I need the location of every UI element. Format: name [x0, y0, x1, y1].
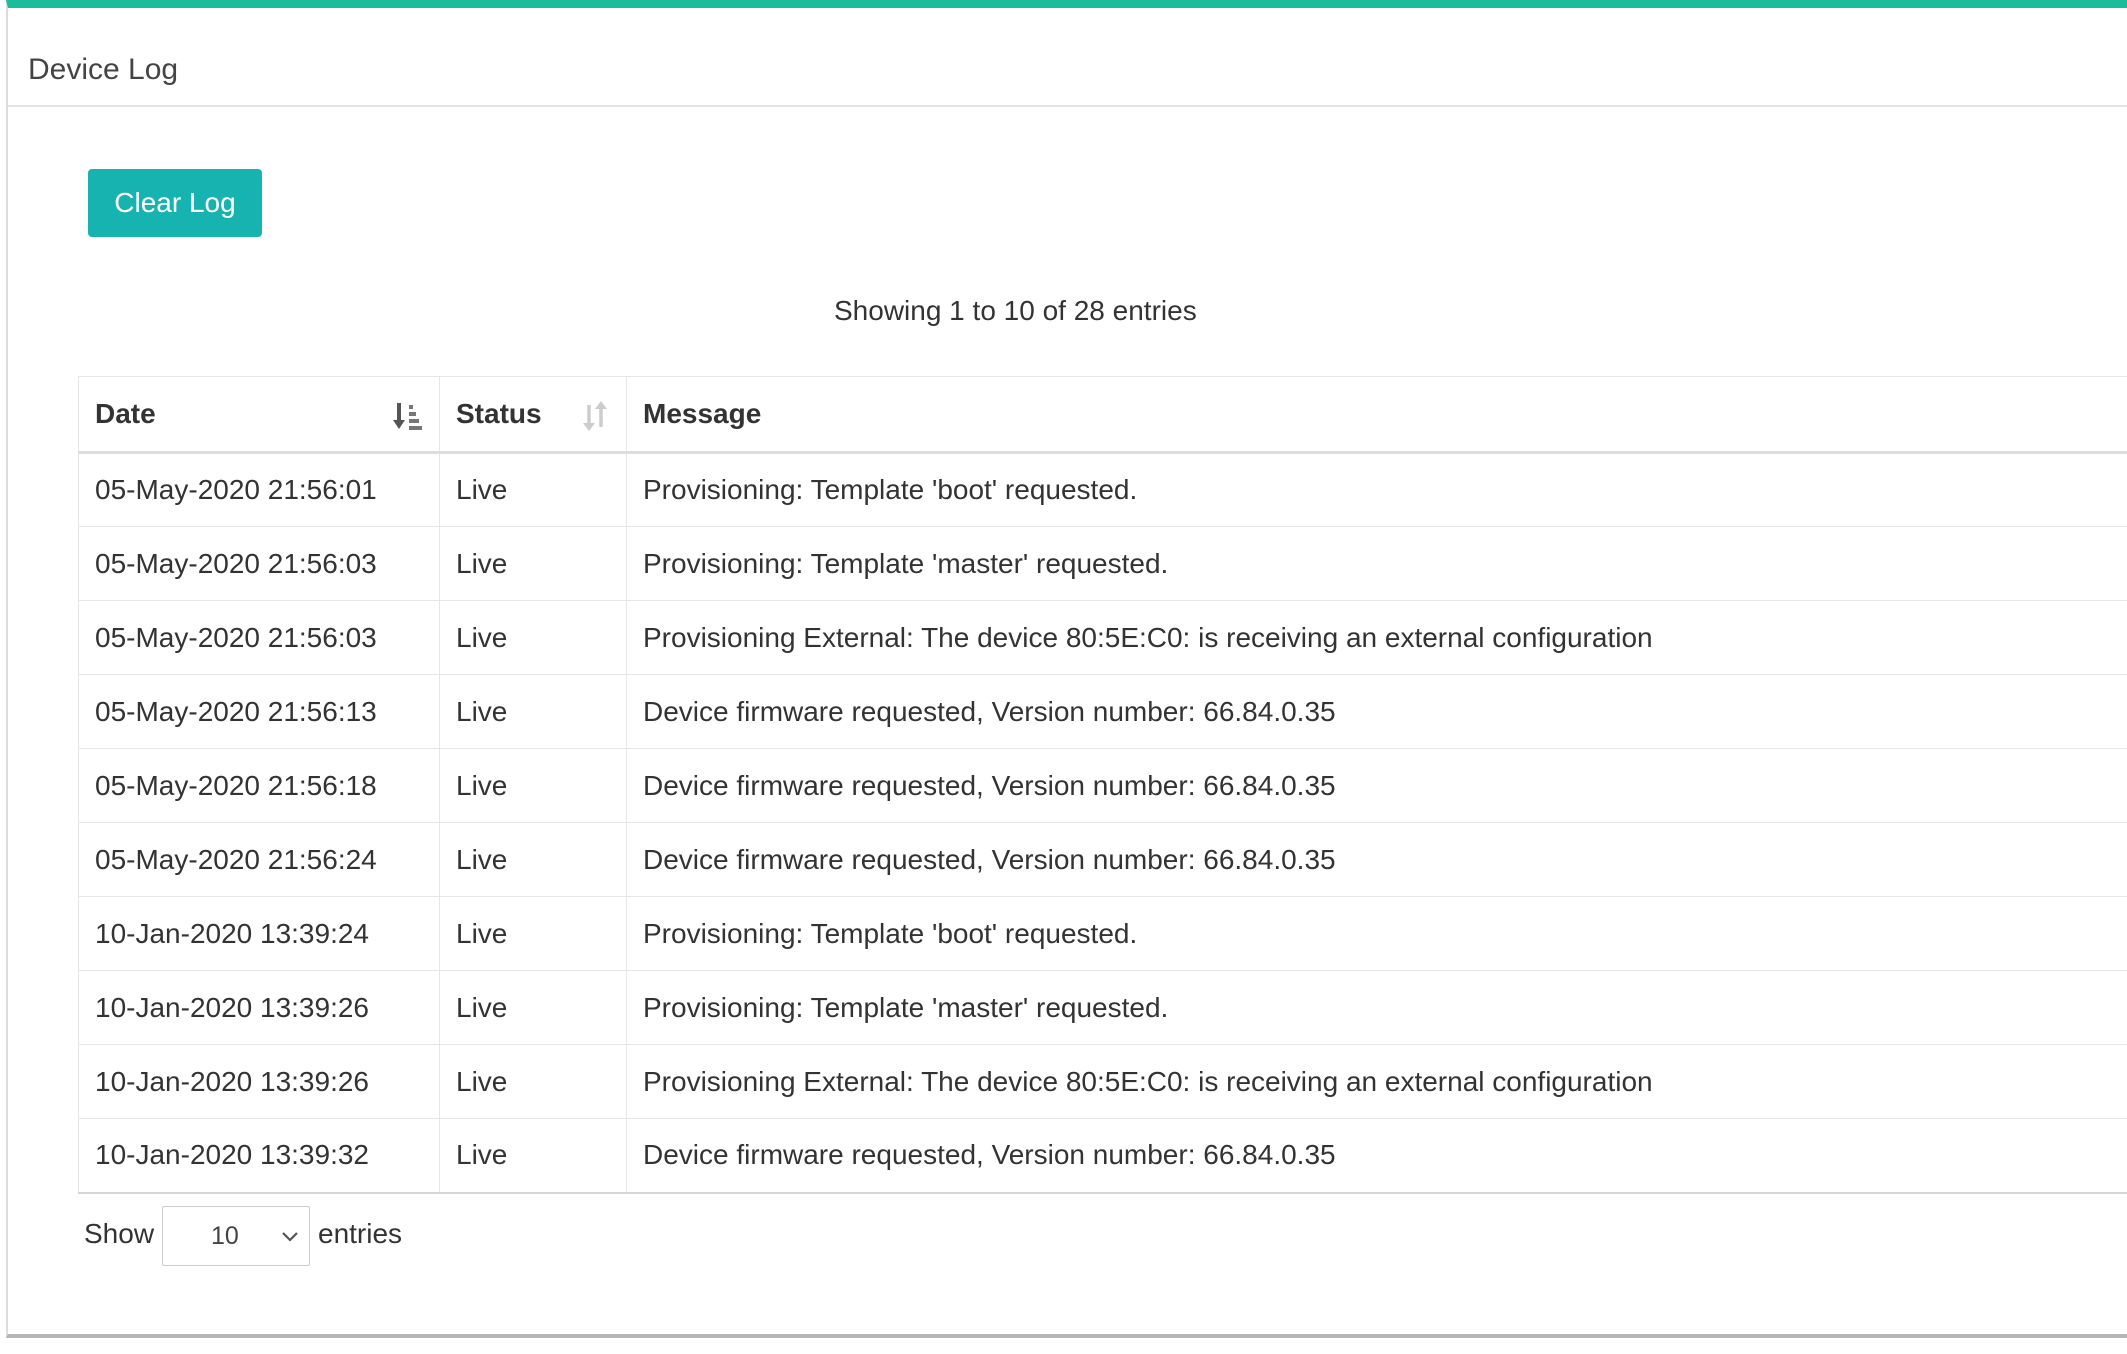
clear-log-button[interactable]: Clear Log [88, 169, 262, 237]
cell-date: 10-Jan-2020 13:39:32 [78, 1118, 440, 1194]
column-header-status-label: Status [456, 398, 542, 429]
column-header-date[interactable]: Date [78, 376, 440, 454]
column-header-status[interactable]: Status [439, 376, 627, 454]
cell-message: Provisioning: Template 'boot' requested. [626, 896, 2127, 971]
table-row: 05-May-2020 21:56:24 Live Device firmwar… [78, 822, 2127, 897]
table-row: 05-May-2020 21:56:03 Live Provisioning E… [78, 600, 2127, 675]
table-row: 05-May-2020 21:56:13 Live Device firmwar… [78, 674, 2127, 749]
table-row: 10-Jan-2020 13:39:32 Live Device firmwar… [78, 1118, 2127, 1194]
cell-status: Live [439, 822, 627, 897]
entries-per-page-select[interactable]: 10 [162, 1206, 310, 1266]
cell-status: Live [439, 526, 627, 601]
cell-message: Device firmware requested, Version numbe… [626, 1118, 2127, 1194]
cell-status: Live [439, 452, 627, 527]
chevron-down-icon [282, 1232, 298, 1242]
cell-status: Live [439, 1118, 627, 1194]
cell-message: Provisioning: Template 'master' requeste… [626, 526, 2127, 601]
device-log-panel: Device Log Clear Log Showing 1 to 10 of … [6, 0, 2127, 1338]
column-header-message-label: Message [643, 398, 762, 429]
cell-status: Live [439, 970, 627, 1045]
table-info: Showing 1 to 10 of 28 entries [834, 295, 1197, 326]
table-row: 10-Jan-2020 13:39:24 Live Provisioning: … [78, 896, 2127, 971]
cell-status: Live [439, 748, 627, 823]
cell-message: Device firmware requested, Version numbe… [626, 674, 2127, 749]
entries-per-page-value: 10 [211, 1222, 239, 1250]
sort-ascending-icon [393, 403, 422, 430]
cell-date: 05-May-2020 21:56:18 [78, 748, 440, 823]
cell-date: 05-May-2020 21:56:01 [78, 452, 440, 527]
show-label: Show [84, 1218, 155, 1249]
cell-date: 10-Jan-2020 13:39:26 [78, 1044, 440, 1119]
table-row: 10-Jan-2020 13:39:26 Live Provisioning: … [78, 970, 2127, 1045]
cell-message: Provisioning External: The device 80:5E:… [626, 600, 2127, 675]
entries-label: entries [318, 1218, 403, 1249]
cell-date: 05-May-2020 21:56:24 [78, 822, 440, 897]
sort-both-icon [583, 401, 607, 431]
cell-date: 05-May-2020 21:56:03 [78, 600, 440, 675]
cell-status: Live [439, 600, 627, 675]
cell-message: Provisioning External: The device 80:5E:… [626, 1044, 2127, 1119]
cell-date: 10-Jan-2020 13:39:26 [78, 970, 440, 1045]
table-row: 05-May-2020 21:56:01 Live Provisioning: … [78, 452, 2127, 527]
cell-date: 05-May-2020 21:56:13 [78, 674, 440, 749]
cell-message: Device firmware requested, Version numbe… [626, 748, 2127, 823]
table-row: 05-May-2020 21:56:03 Live Provisioning: … [78, 526, 2127, 601]
panel-title: Device Log [28, 53, 179, 86]
column-header-message: Message [626, 376, 2127, 454]
column-header-date-label: Date [95, 398, 156, 429]
device-log-table: Date Status Message 05-May-2020 21:56:01… [78, 376, 2127, 1194]
panel-header: Device Log [8, 8, 2127, 107]
cell-message: Provisioning: Template 'boot' requested. [626, 452, 2127, 527]
cell-status: Live [439, 674, 627, 749]
cell-date: 10-Jan-2020 13:39:24 [78, 896, 440, 971]
cell-message: Device firmware requested, Version numbe… [626, 822, 2127, 897]
cell-message: Provisioning: Template 'master' requeste… [626, 970, 2127, 1045]
cell-status: Live [439, 896, 627, 971]
table-row: 10-Jan-2020 13:39:26 Live Provisioning E… [78, 1044, 2127, 1119]
table-header-row: Date Status Message [78, 376, 2127, 454]
cell-status: Live [439, 1044, 627, 1119]
table-row: 05-May-2020 21:56:18 Live Device firmwar… [78, 748, 2127, 823]
cell-date: 05-May-2020 21:56:03 [78, 526, 440, 601]
